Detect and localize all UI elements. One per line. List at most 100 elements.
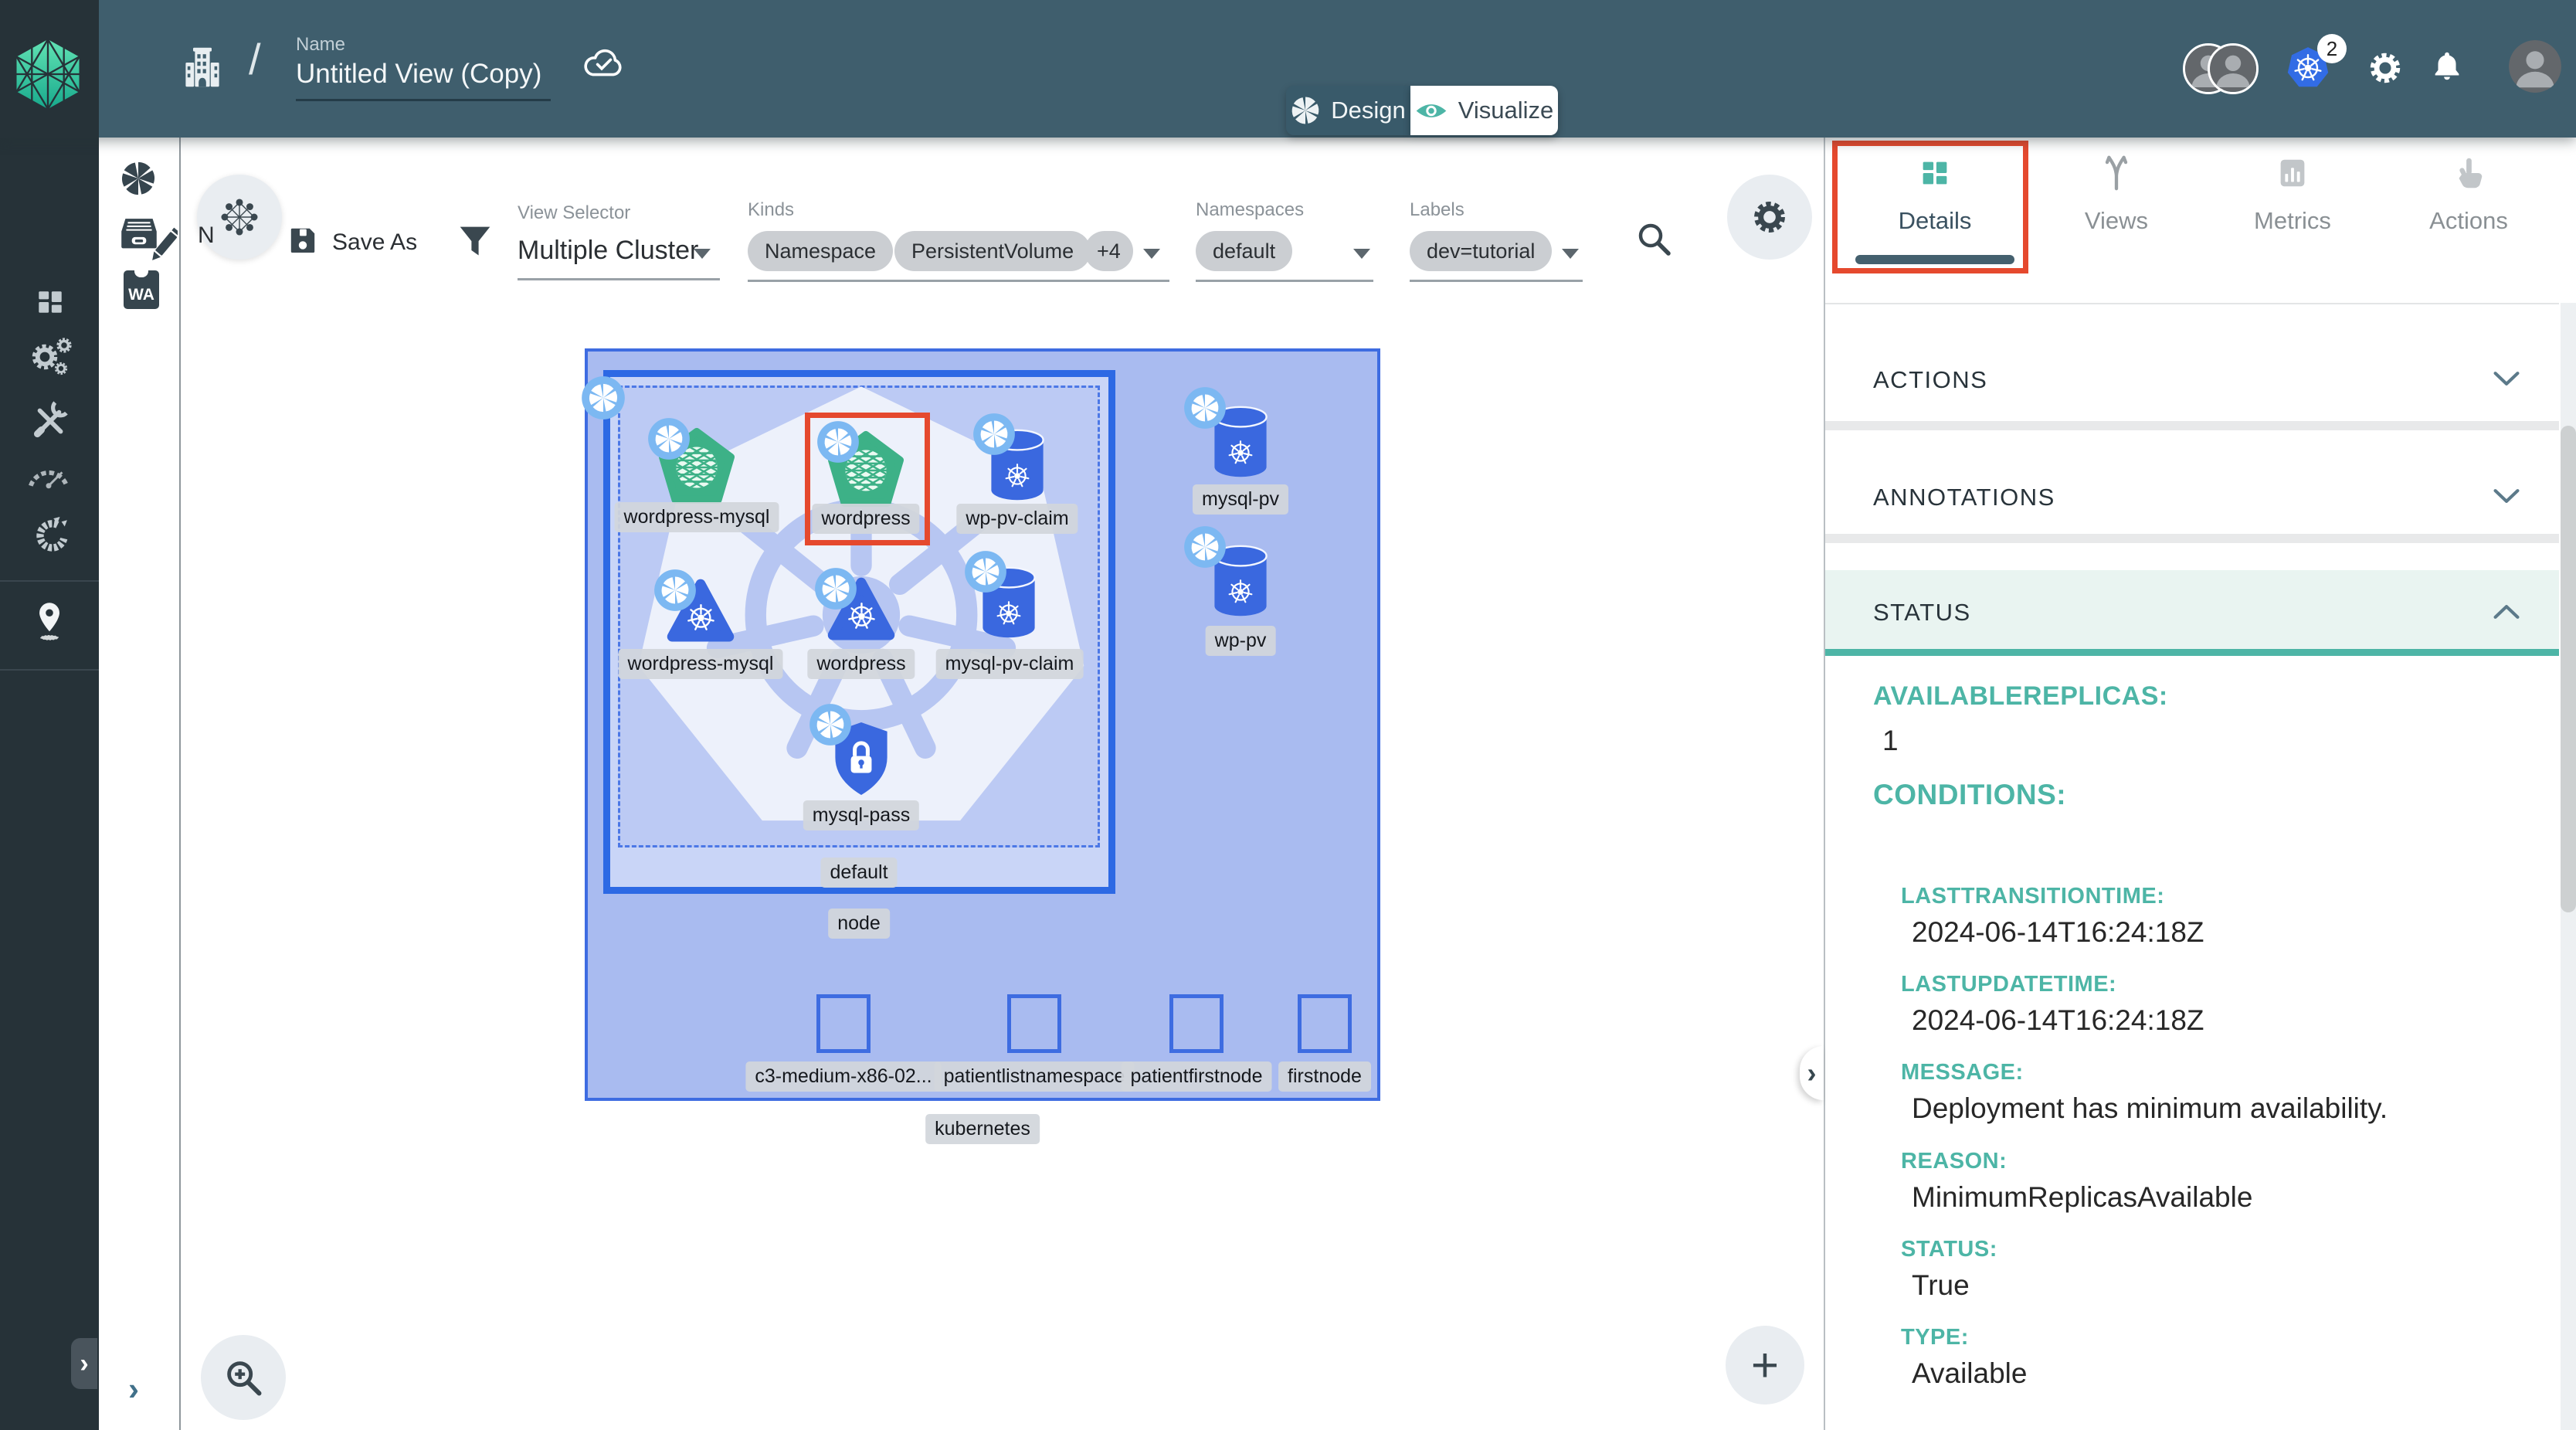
- breadcrumb-slash: /: [249, 34, 261, 84]
- section-status-header[interactable]: STATUS: [1873, 599, 1971, 627]
- node-label: mysql-pass: [803, 800, 919, 830]
- gear-icon: [1749, 196, 1790, 238]
- meshery-logo-icon[interactable]: [13, 39, 83, 110]
- name-input-underline: [296, 99, 551, 101]
- search-icon[interactable]: [1634, 219, 1673, 258]
- lifecycle-small-gear2-icon: [53, 360, 70, 377]
- node-label: patientfirstnode: [1122, 1061, 1272, 1092]
- status-value-lastupdatetime: 2024-06-14T16:24:18Z: [1912, 1004, 2204, 1037]
- sidebar-item-configuration[interactable]: [29, 400, 70, 440]
- secondary-sidebar: WA ›: [99, 138, 181, 1430]
- status-key-message: MESSAGE:: [1901, 1060, 2024, 1085]
- actions-hand-pointer-icon: [2450, 155, 2487, 192]
- chevron-down-icon[interactable]: [2492, 369, 2521, 388]
- meshery-badge-icon: [1183, 386, 1227, 430]
- design-swirl-icon: [1291, 96, 1320, 125]
- kinds-chip-namespace[interactable]: Namespace: [748, 231, 893, 271]
- sidebar-item-environment-pin[interactable]: [31, 600, 68, 644]
- node-square-patientlistnamespace[interactable]: [1007, 994, 1061, 1053]
- status-value-reason: MinimumReplicasAvailable: [1912, 1181, 2252, 1214]
- status-key-availablereplicas: AVAILABLEREPLICAS:: [1873, 681, 2168, 712]
- meshery-badge-icon: [1183, 525, 1227, 569]
- sidebar-item-extensions[interactable]: [29, 516, 70, 556]
- panel-scrollbar-thumb[interactable]: [2561, 426, 2576, 912]
- node-group-label: node: [828, 909, 890, 939]
- graph-icon: [218, 195, 261, 239]
- canvas-settings-button[interactable]: [1727, 175, 1812, 260]
- wasm-badge-label: WA: [128, 286, 154, 304]
- edit-pencil-icon[interactable]: [151, 224, 178, 267]
- sidebar-divider: [0, 580, 99, 582]
- status-key-lasttransitiontime: LASTTRANSITIONTIME:: [1901, 884, 2164, 909]
- toolbar-partial-text: N: [198, 222, 215, 249]
- wasm-filter-badge[interactable]: WA: [124, 270, 159, 309]
- node-square-firstnode[interactable]: [1298, 994, 1352, 1053]
- cloud-save-status-icon: [581, 45, 627, 80]
- chevron-up-icon[interactable]: [2492, 603, 2521, 621]
- status-key-status: STATUS:: [1901, 1237, 1997, 1262]
- node-label: patientlistnamespace: [935, 1061, 1135, 1092]
- panel-tab-actions[interactable]: Actions: [2380, 155, 2557, 235]
- kinds-chip-persistentvolume[interactable]: PersistentVolume: [894, 231, 1091, 271]
- collaborator-avatar-2[interactable]: [2208, 43, 2259, 94]
- view-selector-label: View Selector: [518, 202, 630, 224]
- panel-tab-metrics-label: Metrics: [2254, 207, 2331, 235]
- organization-icon[interactable]: [179, 43, 226, 91]
- namespaces-chip-default[interactable]: default: [1196, 231, 1292, 271]
- kinds-chip-more[interactable]: +4: [1084, 231, 1133, 271]
- zoom-in-button[interactable]: [201, 1335, 286, 1420]
- sidebar-item-dashboard[interactable]: [32, 284, 68, 320]
- metrics-bar-chart-icon: [2274, 155, 2311, 192]
- namespaces-caret-icon[interactable]: [1353, 249, 1370, 259]
- tab-visualize[interactable]: Visualize: [1410, 86, 1558, 135]
- add-node-button[interactable]: +: [1726, 1326, 1804, 1405]
- status-value-message: Deployment has minimum availability.: [1912, 1092, 2388, 1125]
- meshery-badge-icon: [972, 413, 1016, 456]
- kinds-label: Kinds: [748, 199, 794, 221]
- node-square-patientfirstnode[interactable]: [1169, 994, 1224, 1053]
- section-divider: [1825, 534, 2559, 543]
- notifications-bell-icon[interactable]: [2428, 46, 2466, 87]
- sidebar-item-performance[interactable]: [26, 462, 71, 490]
- section-actions-header[interactable]: ACTIONS: [1873, 366, 1987, 394]
- section-divider: [1825, 421, 2559, 430]
- node-square-c3-medium[interactable]: [816, 994, 871, 1053]
- cluster-label: kubernetes: [925, 1114, 1040, 1144]
- node-label: firstnode: [1278, 1061, 1371, 1092]
- panel-collapse-handle[interactable]: ›: [1800, 1046, 1824, 1100]
- tab-design[interactable]: Design: [1286, 86, 1410, 135]
- sidebar-expand-handle[interactable]: ›: [71, 1338, 97, 1389]
- kinds-caret-icon[interactable]: [1143, 249, 1160, 259]
- node-label: c3-medium-x86-02...: [745, 1061, 941, 1092]
- panel-tab-views[interactable]: Views: [2028, 155, 2205, 235]
- view-selector-caret-icon[interactable]: [694, 249, 711, 259]
- node-meshery-badge-icon: [581, 375, 626, 420]
- chevron-down-icon[interactable]: [2492, 487, 2521, 505]
- node-label: wordpress-mysql: [619, 649, 783, 679]
- labels-underline: [1410, 280, 1583, 282]
- save-as-button[interactable]: Save As: [332, 229, 417, 256]
- labels-chip-dev-tutorial[interactable]: dev=tutorial: [1410, 231, 1552, 271]
- meshery-badge-icon: [964, 550, 1007, 593]
- meshery-badge-icon: [814, 567, 857, 610]
- labels-caret-icon[interactable]: [1562, 249, 1579, 259]
- tab-visualize-label: Visualize: [1458, 97, 1554, 124]
- section-annotations-header[interactable]: ANNOTATIONS: [1873, 484, 2055, 511]
- name-input[interactable]: Untitled View (Copy): [296, 59, 541, 90]
- namespaces-underline: [1196, 280, 1373, 282]
- save-as-icon[interactable]: [287, 224, 318, 256]
- panel-tab-metrics[interactable]: Metrics: [2204, 155, 2381, 235]
- app-header: / Name Untitled View (Copy) Design Visua…: [0, 0, 2576, 138]
- filter-funnel-icon[interactable]: [457, 221, 493, 263]
- design-swirl-shortcut-icon[interactable]: [120, 161, 156, 196]
- subcol-expand-chevron[interactable]: ›: [128, 1371, 139, 1408]
- view-selector-underline: [518, 278, 720, 280]
- context-count-badge: 2: [2317, 34, 2347, 63]
- settings-gear-icon[interactable]: [2365, 48, 2405, 88]
- main-sidebar: › ? v0.7.73: [0, 138, 99, 1430]
- meshery-badge-icon: [653, 569, 697, 612]
- logo-block: [0, 0, 99, 138]
- user-avatar[interactable]: [2509, 40, 2561, 93]
- meshery-badge-icon: [647, 417, 691, 460]
- view-selector-select[interactable]: Multiple Cluster: [518, 236, 698, 266]
